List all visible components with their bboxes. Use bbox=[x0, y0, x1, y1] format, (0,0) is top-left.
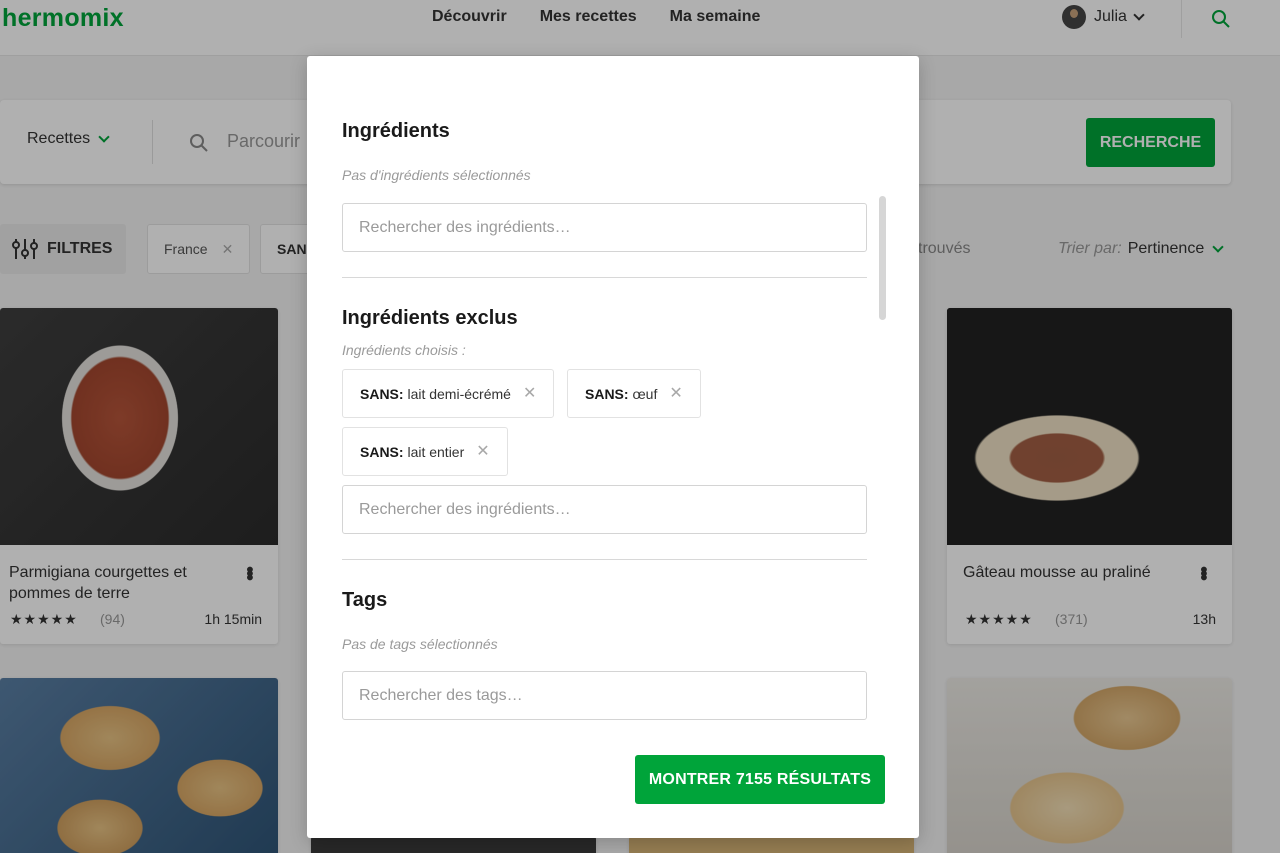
tag-prefix: SANS: bbox=[585, 385, 629, 402]
modal-scrollbar[interactable] bbox=[879, 196, 886, 320]
close-icon[interactable]: ✕ bbox=[669, 385, 682, 402]
tag-prefix: SANS: bbox=[360, 443, 404, 460]
tags-search-input[interactable] bbox=[342, 671, 867, 720]
ingredients-heading: Ingrédients bbox=[342, 120, 450, 142]
show-results-button[interactable]: MONTRER 7155 RÉSULTATS bbox=[635, 755, 885, 804]
tag-label: lait entier bbox=[407, 443, 465, 460]
excluded-ingredients-heading: Ingrédients exclus bbox=[342, 307, 518, 329]
excluded-ingredients-search-input[interactable] bbox=[342, 485, 867, 534]
divider bbox=[342, 559, 867, 560]
excluded-ingredients-note: Ingrédients choisis : bbox=[342, 342, 466, 358]
tag-label: œuf bbox=[632, 385, 658, 402]
tag-label: lait demi-écrémé bbox=[407, 385, 511, 402]
filters-modal: Ingrédients Pas d'ingrédients sélectionn… bbox=[307, 56, 919, 838]
divider bbox=[342, 277, 867, 278]
excluded-tag-lait-demi-ecreme: SANS: lait demi-écrémé ✕ bbox=[342, 369, 555, 418]
excluded-tag-oeuf: SANS: œuf ✕ bbox=[567, 369, 701, 418]
ingredients-note: Pas d'ingrédients sélectionnés bbox=[342, 167, 531, 183]
close-icon[interactable]: ✕ bbox=[523, 385, 536, 402]
close-icon[interactable]: ✕ bbox=[476, 443, 489, 460]
tag-prefix: SANS: bbox=[360, 385, 404, 402]
excluded-tag-lait-entier: SANS: lait entier ✕ bbox=[342, 427, 508, 476]
ingredients-search-input[interactable] bbox=[342, 203, 867, 252]
tags-heading: Tags bbox=[342, 589, 388, 611]
tags-note: Pas de tags sélectionnés bbox=[342, 636, 498, 652]
